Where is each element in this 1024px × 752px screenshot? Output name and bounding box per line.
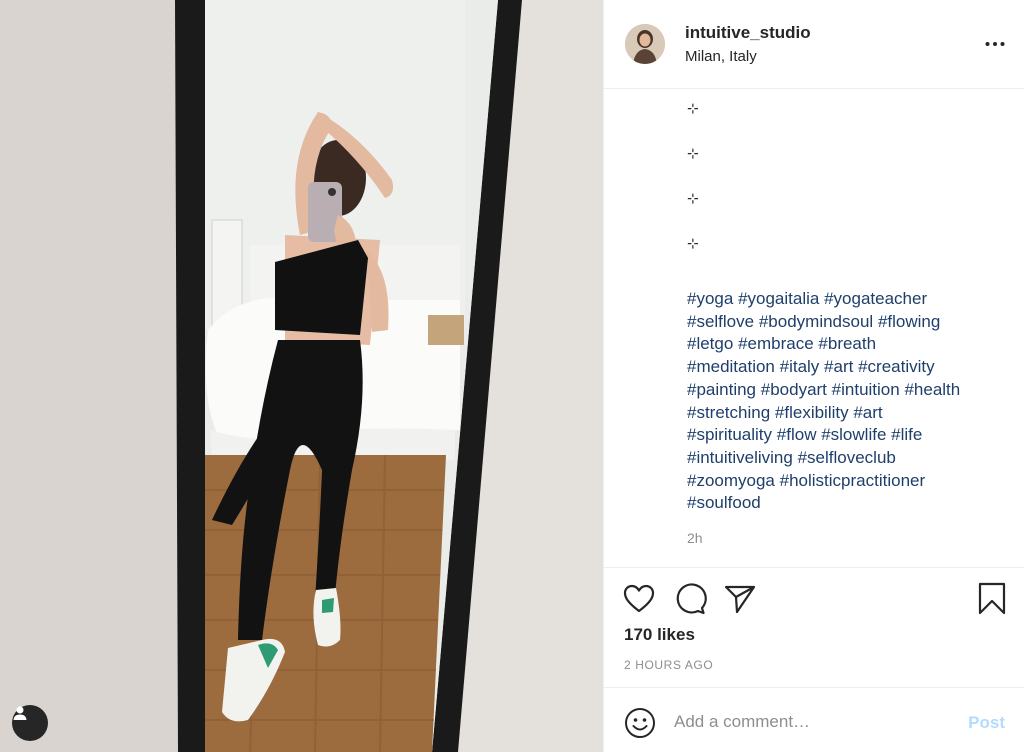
hashtag-line: #meditation #italy #art #creativity <box>687 356 1007 379</box>
hashtag-link[interactable]: #soulfood <box>687 493 761 512</box>
likes-count[interactable]: 170 likes <box>624 625 695 645</box>
caption-sparkle: ⊹ <box>687 100 699 116</box>
hashtag-line: #yoga #yogaitalia #yogateacher <box>687 288 1007 311</box>
hashtag-link[interactable]: #selflove <box>687 312 754 331</box>
hashtag-line: #painting #bodyart #intuition #health <box>687 379 1007 402</box>
mirror-selfie-image <box>0 0 603 752</box>
post-actions: 170 likes 2 HOURS AGO <box>604 567 1024 687</box>
hashtag-link[interactable]: #yogateacher <box>824 289 927 308</box>
like-button[interactable] <box>622 582 656 616</box>
hashtag-link[interactable]: #spirituality <box>687 425 772 444</box>
more-options-button[interactable] <box>983 32 1007 56</box>
comment-input[interactable] <box>674 708 944 736</box>
paper-plane-icon <box>724 585 756 614</box>
post-photo[interactable] <box>0 0 603 752</box>
comment-bar: Post <box>604 687 1024 752</box>
share-button[interactable] <box>723 582 757 616</box>
post-caption: ⊹ ⊹ ⊹ ⊹ #yoga #yogaitalia #yogateacher #s… <box>687 94 1007 546</box>
hashtag-link[interactable]: #painting <box>687 380 756 399</box>
hashtag-link[interactable]: #yoga <box>687 289 733 308</box>
smiley-icon <box>625 708 655 738</box>
hashtag-link[interactable]: #flow <box>777 425 817 444</box>
bookmark-icon <box>978 582 1006 615</box>
hashtag-line: #intuitiveliving #selfloveclub <box>687 447 1007 470</box>
hashtag-link[interactable]: #yogaitalia <box>738 289 819 308</box>
hashtag-link[interactable]: #bodymindsoul <box>759 312 873 331</box>
hashtag-list: #yoga #yogaitalia #yogateacher #selflove … <box>687 288 1007 515</box>
post-header: intuitive_studio Milan, Italy <box>604 0 1024 89</box>
caption-sparkle: ⊹ <box>687 145 699 161</box>
post-side-panel: intuitive_studio Milan, Italy ⊹ ⊹ ⊹ ⊹ #y… <box>603 0 1024 752</box>
avatar[interactable] <box>625 24 665 64</box>
avatar-image <box>625 24 665 64</box>
hashtag-line: #spirituality #flow #slowlife #life <box>687 424 1007 447</box>
hashtag-line: #zoomyoga #holisticpractitioner <box>687 470 1007 493</box>
location-link[interactable]: Milan, Italy <box>685 48 757 65</box>
hashtag-link[interactable]: #zoomyoga <box>687 471 775 490</box>
hashtag-link[interactable]: #slowlife <box>821 425 886 444</box>
hashtag-link[interactable]: #flexibility <box>775 403 849 422</box>
hashtag-link[interactable]: #flowing <box>878 312 940 331</box>
comment-icon <box>676 583 707 615</box>
hashtag-link[interactable]: #italy <box>780 357 820 376</box>
hashtag-link[interactable]: #art <box>824 357 853 376</box>
caption-sparkle: ⊹ <box>687 190 699 206</box>
more-options-icon <box>985 42 1005 46</box>
hashtag-link[interactable]: #breath <box>818 334 876 353</box>
user-tag-icon <box>13 706 27 720</box>
comment-button[interactable] <box>673 582 707 616</box>
post-comment-button[interactable]: Post <box>968 713 1005 733</box>
caption-timestamp: 2h <box>687 530 703 547</box>
hashtag-line: #letgo #embrace #breath <box>687 333 1007 356</box>
emoji-button[interactable] <box>624 707 656 739</box>
hashtag-link[interactable]: #stretching <box>687 403 770 422</box>
hashtag-link[interactable]: #holisticpractitioner <box>780 471 926 490</box>
heart-icon <box>623 584 655 613</box>
hashtag-link[interactable]: #health <box>904 380 960 399</box>
hashtag-line: #selflove #bodymindsoul #flowing <box>687 311 1007 334</box>
save-button[interactable] <box>975 582 1009 616</box>
hashtag-link[interactable]: #selfloveclub <box>798 448 896 467</box>
username-link[interactable]: intuitive_studio <box>685 23 811 43</box>
hashtag-line: #soulfood <box>687 492 1007 515</box>
post-time: 2 HOURS AGO <box>624 658 714 672</box>
hashtag-link[interactable]: #embrace <box>738 334 814 353</box>
hashtag-link[interactable]: #creativity <box>858 357 935 376</box>
hashtag-link[interactable]: #intuition <box>832 380 900 399</box>
user-tag-button[interactable] <box>12 705 48 741</box>
hashtag-link[interactable]: #bodyart <box>761 380 827 399</box>
hashtag-link[interactable]: #intuitiveliving <box>687 448 793 467</box>
caption-sparkle: ⊹ <box>687 235 699 251</box>
hashtag-link[interactable]: #letgo <box>687 334 733 353</box>
hashtag-line: #stretching #flexibility #art <box>687 402 1007 425</box>
hashtag-link[interactable]: #art <box>853 403 882 422</box>
hashtag-link[interactable]: #meditation <box>687 357 775 376</box>
hashtag-link[interactable]: #life <box>891 425 922 444</box>
